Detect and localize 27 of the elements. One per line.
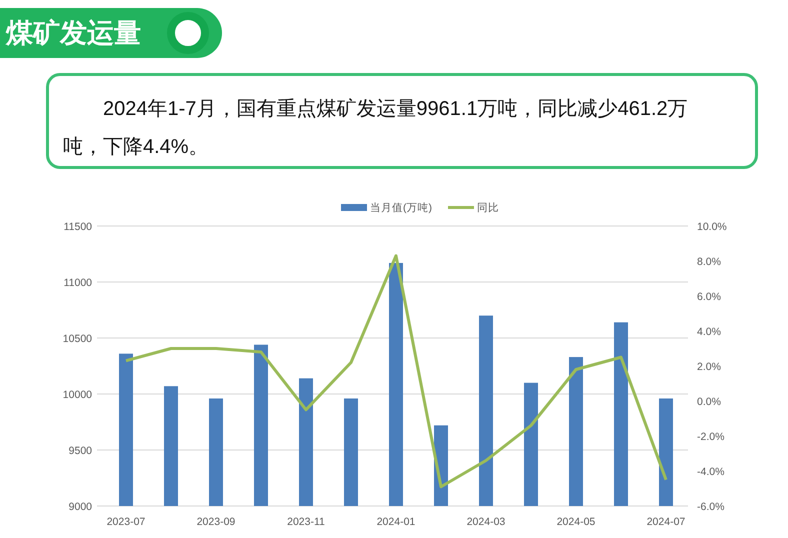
axis-label: 2024-03 [466,516,506,528]
legend-label: 当月值(万吨) [370,202,432,214]
axis-label: 9000 [68,501,92,513]
axis-label: 2023-09 [196,516,236,528]
circle-icon [167,12,209,54]
axis-label: 2023-11 [287,516,325,528]
axis-label: 4.0% [697,326,721,338]
axis-label: 8.0% [697,256,721,268]
axis-label: 9500 [68,445,92,457]
axis-label: 2023-07 [106,516,146,528]
axis-label: 2024-01 [376,516,416,528]
axis-label: 11000 [64,277,92,289]
axis-label: 11500 [64,221,92,233]
axis-label: -2.0% [697,431,724,443]
section-title: 煤矿发运量 [6,17,141,50]
axis-label: 0.0% [697,396,721,408]
summary-text: 2024年1-7月，国有重点煤矿发运量9961.1万吨，同比减少461.2万吨，下降4.4%。 [63,97,689,160]
axis-label: 10.0% [697,221,727,233]
legend-label: 同比 [477,202,499,214]
axis-label: -6.0% [697,501,724,513]
axis-label: 2024-07 [646,516,686,528]
axis-label: 10000 [62,389,92,401]
axis-label: 2.0% [697,361,721,373]
axis-label: 6.0% [697,291,721,303]
axis-label: 10500 [62,333,92,345]
axis-label: 2024-05 [556,516,596,528]
axis-label: -4.0% [697,466,724,478]
